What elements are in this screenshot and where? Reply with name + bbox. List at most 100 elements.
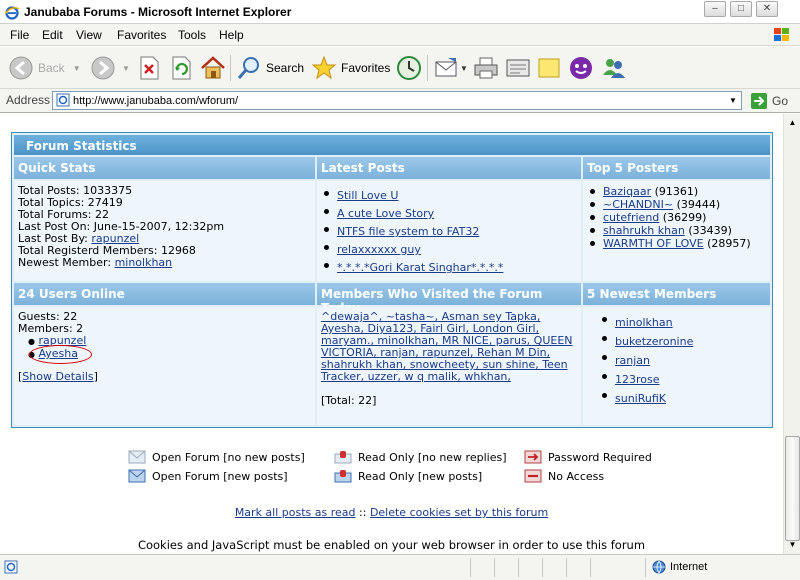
latest-post-link[interactable]: NTFS file system to FAT32 [337,225,479,238]
menu-edit[interactable]: Edit [42,28,63,42]
minimize-button[interactable]: – [704,1,726,17]
envelope-blue-icon [128,469,146,483]
list-item: Baziqaar (91361) [587,185,766,198]
footer-links: Mark all posts as read :: Delete cookies… [234,506,549,519]
cookies-notice: Cookies and JavaScript must be enabled o… [137,538,646,552]
list-item: cutefriend (36299) [587,211,766,224]
address-bar: Address http://www.janubaba.com/wforum/ … [0,89,800,113]
visited-line[interactable]: Tracker, uzzer, w q malik, whkhan, [321,371,577,383]
close-button[interactable]: ✕ [756,1,778,17]
go-button[interactable]: Go [750,92,788,110]
poster-link[interactable]: ~CHANDNI~ [603,198,673,211]
scroll-down-icon[interactable]: ▼ [786,538,799,551]
quick-stats-heading: Quick Stats [14,157,315,179]
windows-logo-icon [774,28,789,41]
favorites-button[interactable]: Favorites [311,53,390,83]
newest-member-link[interactable]: buketzeronine [615,335,693,348]
latest-posts-heading: Latest Posts [317,157,581,179]
menu-favorites[interactable]: Favorites [117,28,166,42]
poster-link[interactable]: Baziqaar [603,185,651,198]
list-item: suniRufiK [599,389,766,408]
address-dropdown-icon[interactable]: ▼ [726,93,740,108]
forum-statistics-title: Forum Statistics [14,135,770,155]
newest-member-link[interactable]: minolkhan [615,316,673,329]
edit-page-icon [506,59,530,77]
vertical-scrollbar[interactable]: ▲ ▼ [783,114,800,554]
show-details-row: [Show Details] [18,370,98,383]
print-button[interactable] [473,53,499,83]
refresh-button[interactable] [170,53,192,83]
envelope-grey-icon [128,450,146,464]
stop-button[interactable] [138,53,160,83]
newest-members-cell: minolkhan buketzeronine ranjan 123rose s… [583,307,770,425]
history-icon [397,56,421,80]
page-content: Forum Statistics Quick Stats Latest Post… [0,114,783,554]
scroll-up-icon[interactable]: ▲ [786,116,799,129]
forward-dropdown-icon[interactable]: ▼ [122,64,130,73]
refresh-icon [172,56,191,80]
home-icon [201,56,225,79]
home-button[interactable] [200,53,226,83]
delete-cookies-link[interactable]: Delete cookies set by this forum [370,506,548,519]
page-icon [56,93,70,107]
list-item: 123rose [599,370,766,389]
legend-open-new: Open Forum [new posts] [128,469,288,483]
note-icon [538,58,560,78]
poster-link[interactable]: cutefriend [603,211,659,224]
contacts-button[interactable] [600,53,628,83]
newest-member-link[interactable]: suniRufiK [615,392,666,405]
poster-link[interactable]: shahrukh khan [603,224,685,237]
latest-post-link[interactable]: *.*.*.*Gori Karat Singhar*.*.*.* [337,261,503,274]
legend-read-only-new: Read Only [new posts] [334,469,482,483]
newest-member: Newest Member: minolkhan [18,256,173,269]
forward-button[interactable]: ▼ [90,53,130,83]
newest-members-heading: 5 Newest Members [583,283,770,305]
list-item: ranjan [599,351,766,370]
list-item: minolkhan [599,313,766,332]
scroll-thumb[interactable] [785,436,800,541]
stop-icon [140,56,159,80]
mail-button[interactable]: ▼ [434,53,468,83]
maximize-button[interactable]: □ [730,1,752,17]
discuss-button[interactable] [537,53,561,83]
users-online-heading: 24 Users Online [14,283,315,305]
list-item: buketzeronine [599,332,766,351]
latest-post-link[interactable]: A cute Love Story [337,207,434,220]
list-item: *.*.*.*Gori Karat Singhar*.*.*.* [321,259,577,277]
visited-today-cell: ^dewaja^, ~tasha~, Asman sey Tapka, Ayes… [317,307,581,425]
menu-file[interactable]: File [10,28,29,42]
page-status-icon [4,560,18,574]
back-arrow-icon [9,56,33,80]
password-icon [524,450,542,464]
search-button[interactable]: Search [236,53,304,83]
menu-help[interactable]: Help [219,28,244,42]
address-url: http://www.janubaba.com/wforum/ [73,95,239,107]
back-button[interactable]: Back ▼ [8,53,81,83]
edit-button[interactable] [505,53,531,83]
mail-dropdown-icon[interactable]: ▼ [460,64,468,73]
latest-post-link[interactable]: relaxxxxxx guy [337,243,421,256]
back-dropdown-icon[interactable]: ▼ [73,64,81,73]
quick-stats-cell: Total Posts: 1033375 Total Topics: 27419… [14,181,315,281]
list-item: NTFS file system to FAT32 [321,223,577,241]
globe-icon [652,560,666,574]
newest-member-link[interactable]: minolkhan [115,256,173,269]
mark-all-read-link[interactable]: Mark all posts as read [235,506,356,519]
messenger-button[interactable] [568,53,594,83]
newest-member-link[interactable]: ranjan [615,354,650,367]
list-item: shahrukh khan (33439) [587,224,766,237]
newest-member-link[interactable]: 123rose [615,373,660,386]
poster-link[interactable]: WARMTH OF LOVE [603,237,704,250]
show-details-link[interactable]: Show Details [22,370,93,383]
top-posters-heading: Top 5 Posters [583,157,770,179]
legend-read-only-no-new: Read Only [no new replies] [334,450,506,464]
mail-icon [435,58,457,77]
address-input[interactable]: http://www.janubaba.com/wforum/ ▼ [52,91,742,110]
list-item: relaxxxxxx guy [321,241,577,259]
legend-open-no-new: Open Forum [no new posts] [128,450,305,464]
history-button[interactable] [395,53,423,83]
zone-cell: Internet [645,558,800,577]
latest-post-link[interactable]: Still Love U [337,189,398,202]
menu-view[interactable]: View [76,28,102,42]
menu-tools[interactable]: Tools [178,28,206,42]
